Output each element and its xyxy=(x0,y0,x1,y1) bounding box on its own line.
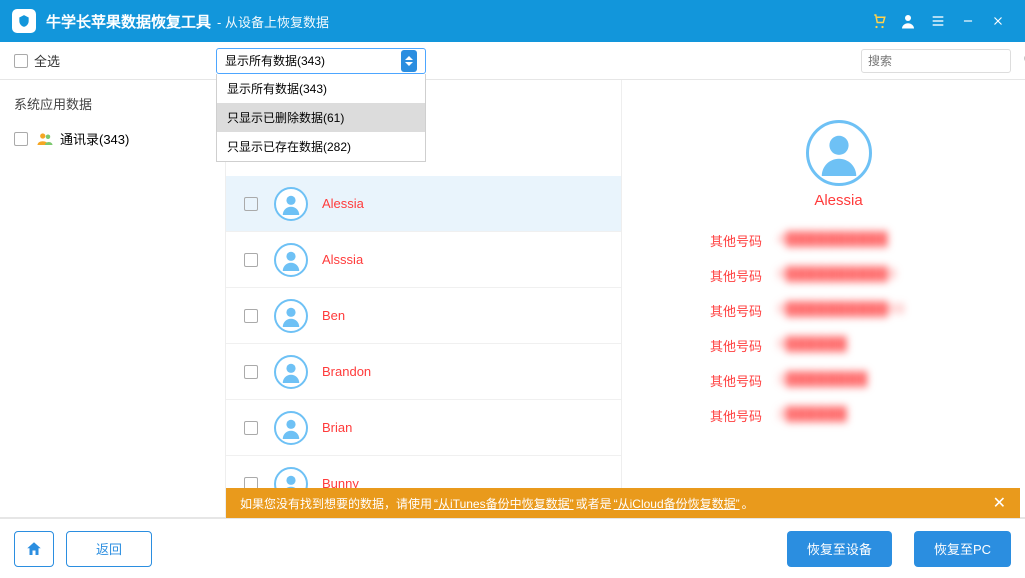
sidebar-item-label: 通讯录(343) xyxy=(60,129,129,148)
phone-row: 其他号码 2██████ xyxy=(682,406,995,425)
app-subtitle: - 从设备上恢复数据 xyxy=(217,12,329,31)
toolbar: 全选 显示所有数据(343) 显示所有数据(343)只显示已删除数据(61)只显… xyxy=(0,42,1025,80)
chevron-updown-icon xyxy=(401,50,417,72)
restore-pc-button[interactable]: 恢复至PC xyxy=(914,531,1011,567)
contact-avatar xyxy=(274,411,308,445)
phone-value: 0██████████03 xyxy=(778,301,905,320)
sidebar-section-label: 系统应用数据 xyxy=(0,86,225,121)
phone-row: 其他号码 0██████████3 xyxy=(682,266,995,285)
phone-label: 其他号码 xyxy=(682,371,762,390)
contact-name: Ben xyxy=(322,308,345,323)
phone-row: 其他号码 0██████ xyxy=(682,336,995,355)
phone-row: 其他号码 4██████████ xyxy=(682,231,995,250)
contact-name: Alsssia xyxy=(322,252,363,267)
phone-label: 其他号码 xyxy=(682,336,762,355)
cart-icon[interactable] xyxy=(863,6,893,36)
phone-label: 其他号码 xyxy=(682,301,762,320)
user-icon[interactable] xyxy=(893,6,923,36)
footer: 返回 恢复至设备 恢复至PC xyxy=(0,518,1025,578)
contact-item[interactable]: Brian xyxy=(226,400,621,456)
phone-value: 0██████████3 xyxy=(778,266,897,285)
contact-checkbox[interactable] xyxy=(244,421,258,435)
phone-label: 其他号码 xyxy=(682,231,762,250)
main-area: 系统应用数据 通讯录(343) Alessia Alsssia Ben Br xyxy=(0,80,1025,518)
filter-dropdown[interactable]: 显示所有数据(343) 显示所有数据(343)只显示已删除数据(61)只显示已存… xyxy=(216,48,426,74)
menu-icon[interactable] xyxy=(923,6,953,36)
hint-link-itunes[interactable]: “从iTunes备份中恢复数据” xyxy=(434,495,574,512)
app-logo xyxy=(12,9,36,33)
contact-checkbox[interactable] xyxy=(244,309,258,323)
contact-name: Alessia xyxy=(322,196,364,211)
close-icon[interactable] xyxy=(983,6,1013,36)
phone-value: 4██████████ xyxy=(778,231,888,250)
hint-link-icloud[interactable]: “从iCloud备份恢复数据” xyxy=(614,495,740,512)
detail-contact-name: Alessia xyxy=(682,192,995,209)
hint-text-middle: 或者是 xyxy=(576,495,612,512)
sidebar-item-checkbox[interactable] xyxy=(14,132,28,146)
filter-option[interactable]: 只显示已存在数据(282) xyxy=(217,132,425,161)
contact-name: Brian xyxy=(322,420,352,435)
contact-checkbox[interactable] xyxy=(244,197,258,211)
detail-avatar xyxy=(806,120,872,186)
contact-item[interactable]: Ben xyxy=(226,288,621,344)
sidebar: 系统应用数据 通讯录(343) xyxy=(0,80,226,517)
search-input[interactable] xyxy=(868,54,1023,68)
phone-value: 2██████ xyxy=(778,406,848,425)
detail-pane: Alessia 其他号码4██████████其他号码0██████████3其… xyxy=(622,80,1025,517)
hint-banner: 如果您没有找到想要的数据，请使用 “从iTunes备份中恢复数据” 或者是 “从… xyxy=(226,488,1020,518)
app-name: 牛学长苹果数据恢复工具 xyxy=(46,11,211,32)
hint-text-prefix: 如果您没有找到想要的数据，请使用 xyxy=(240,495,432,512)
hint-close-icon[interactable]: ✕ xyxy=(993,493,1006,513)
search-box[interactable] xyxy=(861,49,1011,73)
phone-label: 其他号码 xyxy=(682,406,762,425)
contact-name: Brandon xyxy=(322,364,371,379)
phone-value: 0██████ xyxy=(778,336,848,355)
filter-selected-value: 显示所有数据(343) xyxy=(225,52,325,69)
phone-row: 其他号码 0██████████03 xyxy=(682,301,995,320)
filter-option[interactable]: 只显示已删除数据(61) xyxy=(217,103,425,132)
contact-avatar xyxy=(274,299,308,333)
back-button[interactable]: 返回 xyxy=(66,531,152,567)
contact-checkbox[interactable] xyxy=(244,365,258,379)
minimize-icon[interactable] xyxy=(953,6,983,36)
contact-avatar xyxy=(274,187,308,221)
home-button[interactable] xyxy=(14,531,54,567)
contact-checkbox[interactable] xyxy=(244,253,258,267)
contact-item[interactable]: Alessia xyxy=(226,176,621,232)
contact-item[interactable]: Alsssia xyxy=(226,232,621,288)
hint-text-suffix: 。 xyxy=(742,495,754,512)
contact-item[interactable]: Brandon xyxy=(226,344,621,400)
contact-avatar xyxy=(274,355,308,389)
title-bar: 牛学长苹果数据恢复工具 - 从设备上恢复数据 xyxy=(0,0,1025,42)
select-all-checkbox[interactable] xyxy=(14,54,28,68)
filter-option[interactable]: 显示所有数据(343) xyxy=(217,74,425,103)
select-all-label: 全选 xyxy=(34,51,60,70)
phone-value: 1████████ xyxy=(778,371,868,390)
phone-label: 其他号码 xyxy=(682,266,762,285)
contact-avatar xyxy=(274,243,308,277)
contacts-icon xyxy=(36,130,54,148)
phone-row: 其他号码 1████████ xyxy=(682,371,995,390)
sidebar-item-contacts[interactable]: 通讯录(343) xyxy=(0,121,225,156)
restore-device-button[interactable]: 恢复至设备 xyxy=(787,531,892,567)
